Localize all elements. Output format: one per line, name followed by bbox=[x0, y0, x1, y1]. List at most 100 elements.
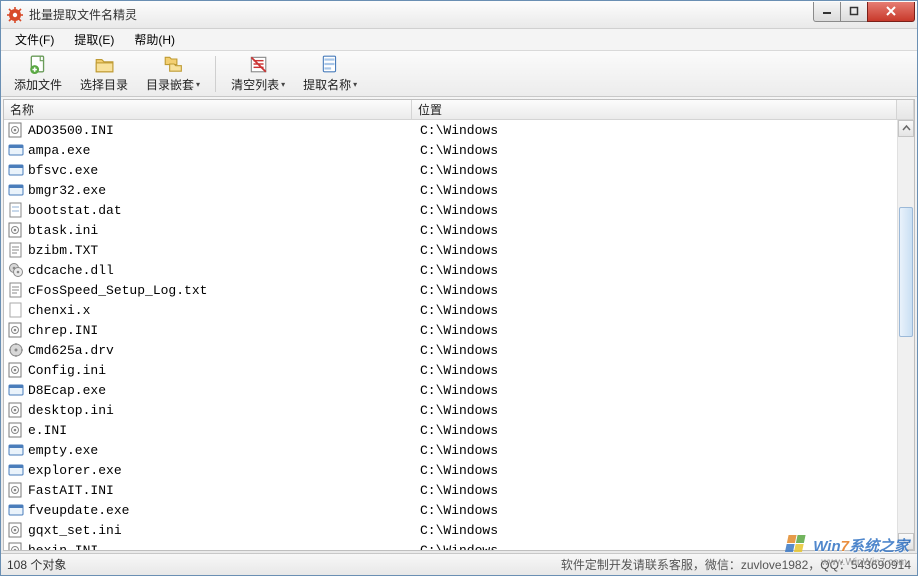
column-header-location[interactable]: 位置 bbox=[412, 100, 897, 119]
toolbar-label: 添加文件 bbox=[14, 76, 62, 93]
file-name: hexin.INI bbox=[28, 543, 416, 551]
file-name: e.INI bbox=[28, 423, 416, 438]
file-list: 名称 位置 ADO3500.INIC:\Windowsampa.exeC:\Wi… bbox=[3, 99, 915, 551]
table-row[interactable]: chenxi.xC:\Windows bbox=[4, 300, 897, 320]
file-type-icon bbox=[8, 242, 24, 258]
file-name: ADO3500.INI bbox=[28, 123, 416, 138]
menu-item[interactable]: 帮助(H) bbox=[126, 29, 183, 50]
column-header-name[interactable]: 名称 bbox=[4, 100, 412, 119]
file-name: D8Ecap.exe bbox=[28, 383, 416, 398]
app-window: 批量提取文件名精灵 文件(F)提取(E)帮助(H) 添加文件选择目录目录嵌套▾ 清… bbox=[0, 0, 918, 576]
column-header-scroll-spacer bbox=[897, 100, 914, 119]
table-row[interactable]: FastAIT.INIC:\Windows bbox=[4, 480, 897, 500]
table-row[interactable]: bmgr32.exeC:\Windows bbox=[4, 180, 897, 200]
table-row[interactable]: empty.exeC:\Windows bbox=[4, 440, 897, 460]
file-name: bfsvc.exe bbox=[28, 163, 416, 178]
file-name: FastAIT.INI bbox=[28, 483, 416, 498]
table-row[interactable]: cFosSpeed_Setup_Log.txtC:\Windows bbox=[4, 280, 897, 300]
scroll-up-button[interactable] bbox=[898, 120, 914, 137]
file-location: C:\Windows bbox=[416, 423, 897, 438]
menu-bar: 文件(F)提取(E)帮助(H) bbox=[1, 29, 917, 51]
minimize-button[interactable] bbox=[813, 2, 841, 22]
file-location: C:\Windows bbox=[416, 443, 897, 458]
table-row[interactable]: fveupdate.exeC:\Windows bbox=[4, 500, 897, 520]
file-type-icon bbox=[8, 202, 24, 218]
title-bar: 批量提取文件名精灵 bbox=[1, 1, 917, 29]
file-type-icon bbox=[8, 482, 24, 498]
file-location: C:\Windows bbox=[416, 363, 897, 378]
table-row[interactable]: bzibm.TXTC:\Windows bbox=[4, 240, 897, 260]
file-location: C:\Windows bbox=[416, 483, 897, 498]
file-type-icon bbox=[8, 462, 24, 478]
file-name: bmgr32.exe bbox=[28, 183, 416, 198]
status-bar: 108 个对象 软件定制开发请联系客服，微信：zuvlove1982，QQ：54… bbox=[1, 553, 917, 575]
table-row[interactable]: desktop.iniC:\Windows bbox=[4, 400, 897, 420]
file-name: Cmd625a.drv bbox=[28, 343, 416, 358]
table-row[interactable]: explorer.exeC:\Windows bbox=[4, 460, 897, 480]
file-name: chrep.INI bbox=[28, 323, 416, 338]
file-type-icon bbox=[8, 282, 24, 298]
chevron-up-icon bbox=[902, 124, 911, 133]
file-location: C:\Windows bbox=[416, 123, 897, 138]
table-row[interactable]: Config.iniC:\Windows bbox=[4, 360, 897, 380]
vertical-scrollbar[interactable] bbox=[897, 120, 914, 550]
table-row[interactable]: ampa.exeC:\Windows bbox=[4, 140, 897, 160]
window-controls bbox=[814, 2, 915, 22]
file-type-icon bbox=[8, 262, 24, 278]
close-button[interactable] bbox=[867, 2, 915, 22]
dropdown-arrow-icon: ▾ bbox=[281, 80, 285, 89]
table-row[interactable]: bfsvc.exeC:\Windows bbox=[4, 160, 897, 180]
close-icon bbox=[885, 6, 897, 16]
file-name: Config.ini bbox=[28, 363, 416, 378]
file-location: C:\Windows bbox=[416, 383, 897, 398]
table-row[interactable]: ADO3500.INIC:\Windows bbox=[4, 120, 897, 140]
toolbar-button-clear[interactable]: 清空列表▾ bbox=[224, 53, 292, 95]
table-row[interactable]: Cmd625a.drvC:\Windows bbox=[4, 340, 897, 360]
toolbar: 添加文件选择目录目录嵌套▾清空列表▾提取名称▾ bbox=[1, 51, 917, 97]
table-row[interactable]: gqxt_set.iniC:\Windows bbox=[4, 520, 897, 540]
scroll-down-button[interactable] bbox=[898, 533, 914, 550]
list-header: 名称 位置 bbox=[4, 100, 914, 120]
table-row[interactable]: bootstat.datC:\Windows bbox=[4, 200, 897, 220]
clear-icon bbox=[248, 54, 268, 74]
file-location: C:\Windows bbox=[416, 223, 897, 238]
toolbar-button-nested[interactable]: 目录嵌套▾ bbox=[139, 53, 207, 95]
dropdown-arrow-icon: ▾ bbox=[196, 80, 200, 89]
file-location: C:\Windows bbox=[416, 283, 897, 298]
menu-item[interactable]: 文件(F) bbox=[7, 29, 62, 50]
nested-icon bbox=[163, 54, 183, 74]
file-type-icon bbox=[8, 382, 24, 398]
scroll-thumb[interactable] bbox=[899, 207, 913, 337]
scroll-track[interactable] bbox=[898, 137, 914, 533]
table-row[interactable]: D8Ecap.exeC:\Windows bbox=[4, 380, 897, 400]
file-location: C:\Windows bbox=[416, 263, 897, 278]
table-row[interactable]: chrep.INIC:\Windows bbox=[4, 320, 897, 340]
toolbar-button-extract[interactable]: 提取名称▾ bbox=[296, 53, 364, 95]
file-type-icon bbox=[8, 222, 24, 238]
toolbar-button-add-file[interactable]: 添加文件 bbox=[7, 53, 69, 95]
file-location: C:\Windows bbox=[416, 143, 897, 158]
file-type-icon bbox=[8, 122, 24, 138]
toolbar-button-folder[interactable]: 选择目录 bbox=[73, 53, 135, 95]
toolbar-label: 提取名称 bbox=[303, 76, 351, 93]
table-row[interactable]: hexin.INIC:\Windows bbox=[4, 540, 897, 550]
table-row[interactable]: btask.iniC:\Windows bbox=[4, 220, 897, 240]
list-body: ADO3500.INIC:\Windowsampa.exeC:\Windowsb… bbox=[4, 120, 914, 550]
file-type-icon bbox=[8, 342, 24, 358]
file-name: fveupdate.exe bbox=[28, 503, 416, 518]
file-type-icon bbox=[8, 442, 24, 458]
maximize-button[interactable] bbox=[840, 2, 868, 22]
file-location: C:\Windows bbox=[416, 543, 897, 551]
file-name: bzibm.TXT bbox=[28, 243, 416, 258]
file-location: C:\Windows bbox=[416, 243, 897, 258]
file-type-icon bbox=[8, 142, 24, 158]
menu-item[interactable]: 提取(E) bbox=[66, 29, 122, 50]
table-row[interactable]: cdcache.dllC:\Windows bbox=[4, 260, 897, 280]
file-name: bootstat.dat bbox=[28, 203, 416, 218]
file-location: C:\Windows bbox=[416, 343, 897, 358]
table-row[interactable]: e.INIC:\Windows bbox=[4, 420, 897, 440]
file-name: chenxi.x bbox=[28, 303, 416, 318]
file-location: C:\Windows bbox=[416, 183, 897, 198]
file-name: btask.ini bbox=[28, 223, 416, 238]
maximize-icon bbox=[849, 6, 859, 16]
